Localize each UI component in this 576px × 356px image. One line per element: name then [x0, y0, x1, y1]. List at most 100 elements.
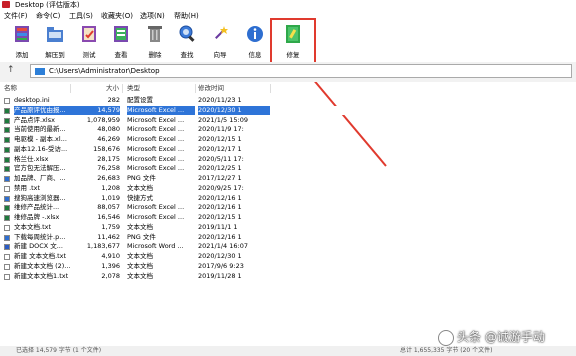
file-row[interactable]: 产品点评.xlsx 1,078,959 Microsoft Excel ... 202…: [0, 116, 576, 126]
file-txt-icon: [4, 273, 10, 280]
file-type: Microsoft Excel ...: [127, 154, 185, 163]
file-size: 26,683: [97, 174, 120, 182]
file-type: 配置设置: [127, 96, 153, 104]
file-row[interactable]: 新建文本文档 (2)... 1,396 文本文档 2017/9/6 9:23: [0, 262, 576, 272]
file-row[interactable]: 新建 DOCX 文... 1,183,677 Microsoft Word ... 2…: [0, 242, 576, 252]
info-button[interactable]: 信息: [242, 22, 268, 62]
file-row[interactable]: 搜狗高速浏览器... 1,019 快捷方式 2020/12/16 1: [0, 194, 576, 204]
file-size: 1,019: [101, 193, 120, 202]
file-row[interactable]: desktop.ini 282 配置设置 2020/11/23 1: [0, 96, 576, 106]
menu-file[interactable]: 文件(F): [4, 10, 28, 22]
menu-favorites[interactable]: 收藏夹(O): [101, 10, 133, 22]
file-modified: 2020/12/30 1: [198, 105, 270, 116]
info-label: 信息: [248, 51, 262, 59]
file-xls-icon: [4, 127, 10, 134]
column-divider[interactable]: [70, 84, 71, 93]
find-button[interactable]: 查找: [174, 22, 200, 62]
address-bar[interactable]: C:\Users\Administrator\Desktop: [30, 64, 572, 78]
extract-to-button[interactable]: 解压到: [42, 22, 68, 62]
column-type[interactable]: 类型: [127, 84, 140, 93]
address-row: ↑ C:\Users\Administrator\Desktop: [0, 62, 576, 82]
column-modified[interactable]: 修改时间: [198, 84, 224, 93]
file-row[interactable]: 副本12.16-受访... 158,676 Microsoft Excel ... 2…: [0, 145, 576, 155]
file-row[interactable]: 当前使用的最新... 48,080 Microsoft Excel ... 2020/…: [0, 125, 576, 135]
file-txt-icon: [4, 185, 10, 192]
file-type: Microsoft Excel ...: [127, 115, 185, 124]
file-row[interactable]: 格兰仕.xlsx 28,175 Microsoft Excel ... 2020/5/…: [0, 155, 576, 165]
address-path: C:\Users\Administrator\Desktop: [49, 67, 160, 75]
file-size: 1,183,677: [86, 242, 120, 251]
file-row[interactable]: 维修品牌 -.xlsx 16,546 Microsoft Excel ... 2020…: [0, 213, 576, 223]
column-name[interactable]: 名称: [4, 84, 17, 93]
view-icon: [114, 26, 128, 42]
file-type: Microsoft Word ...: [127, 242, 184, 251]
add-icon: [15, 26, 29, 42]
status-selected: 已选择 14,579 字节 (1 个文件): [16, 347, 102, 354]
file-modified: 2017/12/27 1: [198, 174, 242, 182]
file-modified: 2020/12/15 1: [198, 213, 242, 221]
file-xls-icon: [4, 146, 10, 153]
up-folder-icon[interactable]: ↑: [7, 65, 15, 75]
file-txt-icon: [4, 263, 10, 270]
file-row[interactable]: 维修产品统计... 88,057 Microsoft Excel ... 2020/1…: [0, 203, 576, 213]
menu-help[interactable]: 帮助(H): [174, 10, 199, 22]
view-button[interactable]: 查看: [108, 22, 134, 62]
delete-icon: [148, 26, 162, 42]
file-txt-icon: [4, 254, 10, 260]
extract-to-label: 解压到: [45, 51, 65, 59]
watermark-text: 头条 @诚游手动: [457, 330, 545, 344]
wizard-label: 向导: [213, 51, 227, 59]
file-row[interactable]: 文本文档.txt 1,759 文本文档 2019/11/1 1: [0, 223, 576, 233]
file-row[interactable]: 加品牌、厂商、... 26,683 PNG 文件 2017/12/27 1: [0, 174, 576, 184]
wizard-icon: [215, 26, 228, 39]
file-type: 文本文档: [127, 252, 153, 260]
column-size[interactable]: 大小: [106, 84, 119, 93]
file-size: 4,910: [101, 252, 120, 260]
file-type: 文本文档: [127, 271, 153, 280]
file-modified: 2021/1/4 16:07: [198, 242, 248, 251]
file-png-icon: [4, 234, 10, 241]
delete-label: 删除: [148, 51, 162, 59]
file-row[interactable]: 产品原评优由报... 14,579 Microsoft Excel ... 2020/…: [0, 105, 576, 116]
file-row[interactable]: 新建文本文档1.txt 2,078 文本文档 2019/11/28 1: [0, 272, 576, 282]
file-txt-icon: [4, 224, 10, 231]
folder-icon: [35, 68, 45, 75]
file-size: 1,396: [101, 261, 120, 270]
column-divider[interactable]: [270, 84, 271, 93]
file-row[interactable]: 新建 文本文档.txt 4,910 文本文档 2020/12/30 1: [0, 252, 576, 262]
file-type: Microsoft Excel ...: [127, 125, 185, 134]
delete-button[interactable]: 删除: [142, 22, 168, 62]
status-bar: 已选择 14,579 字节 (1 个文件) 总计 1,655,335 字节 (2…: [0, 346, 576, 356]
file-type: 快捷方式: [127, 193, 153, 202]
watermark: 头条 @诚游手动: [438, 328, 545, 346]
file-row[interactable]: 官方包无法解压... 76,258 Microsoft Excel ... 2020/…: [0, 164, 576, 174]
file-size: 158,676: [93, 144, 120, 153]
column-divider[interactable]: [122, 84, 123, 93]
menu-tools[interactable]: 工具(S): [69, 10, 93, 22]
file-xls-icon: [4, 137, 10, 143]
file-modified: 2020/12/30 1: [198, 252, 242, 260]
file-size: 1,078,959: [86, 115, 120, 124]
file-size: 11,462: [97, 232, 120, 241]
file-doc-icon: [4, 244, 10, 251]
file-size: 46,269: [97, 135, 120, 143]
test-icon: [82, 26, 96, 42]
file-size: 76,258: [97, 164, 120, 173]
column-divider[interactable]: [195, 84, 196, 93]
file-size: 28,175: [97, 154, 120, 163]
menu-options[interactable]: 选项(N): [140, 10, 165, 22]
file-size: 1,759: [101, 222, 120, 231]
file-row[interactable]: 下载每周统计.p... 11,462 PNG 文件 2020/12/16 1: [0, 233, 576, 243]
add-button[interactable]: 添加: [9, 22, 35, 62]
file-xls-icon: [4, 117, 10, 124]
watermark-logo: [438, 329, 454, 346]
file-row[interactable]: 禁用 .txt 1,208 文本文档 2020/9/25 17:: [0, 184, 576, 194]
test-button[interactable]: 测试: [76, 22, 102, 62]
menu-command[interactable]: 命令(C): [36, 10, 60, 22]
file-lnk-icon: [4, 195, 10, 202]
file-row[interactable]: 电驱模 - 副本.xl... 46,269 Microsoft Excel ... 2…: [0, 135, 576, 145]
file-type: PNG 文件: [127, 232, 156, 241]
wizard-button[interactable]: 向导: [207, 22, 233, 62]
file-size: 14,579: [72, 105, 120, 116]
window-title: Desktop (评估版本): [15, 1, 80, 9]
